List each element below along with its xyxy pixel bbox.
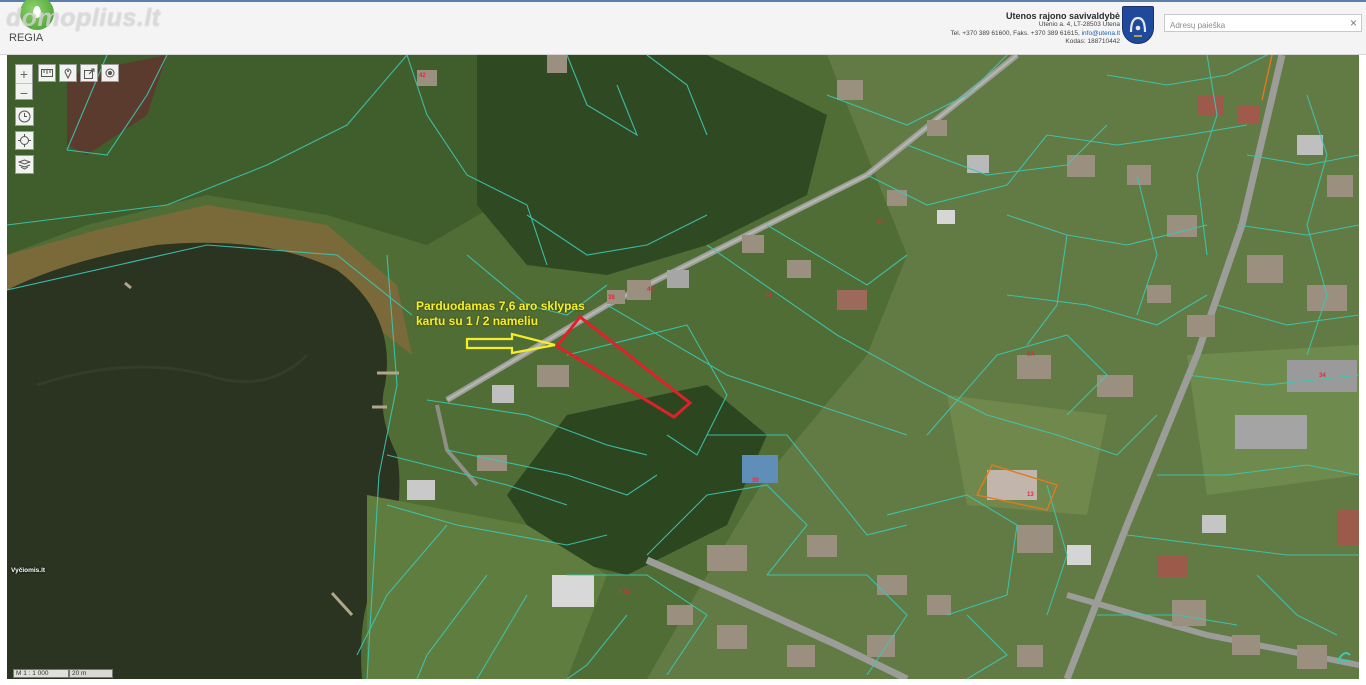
sale-annotation-line-2: kartu su 1 / 2 nameliu [416, 314, 539, 328]
corner-logo-icon [1337, 652, 1351, 664]
place-marker-button[interactable] [59, 64, 77, 82]
parcel-number-label: 42 [419, 73, 426, 79]
municipality-address: Utenio a. 4, LT-28503 Utena [1038, 21, 1120, 28]
layers-button[interactable] [15, 155, 34, 174]
coat-of-arms-icon [1122, 6, 1154, 44]
municipality-info: Utenos rajono savivaldybė Utenio a. 4, L… [950, 11, 1120, 47]
address-search-input[interactable] [1165, 17, 1345, 34]
parcel-number-label: 47 [877, 220, 884, 226]
crosshair-icon [18, 134, 31, 147]
parcel-number-label: 67A [619, 590, 631, 596]
municipality-email-link[interactable]: info@utena.lt [1082, 30, 1120, 37]
parcel-number-label: 13 [1027, 492, 1034, 498]
map-viewport[interactable]: 42 38 40 44 47 9A 30 67A 34 13 + − Pardu… [7, 55, 1359, 679]
watermark: domoplius.lt [6, 4, 161, 32]
my-location-button[interactable] [15, 131, 34, 150]
export-button[interactable] [80, 64, 98, 82]
sale-annotation: Parduodamas 7,6 aro sklypas kartu su 1 /… [416, 299, 585, 329]
zoom-control: + − [15, 64, 33, 101]
municipality-phone: Tel. +370 389 61600, Faks. +370 389 6161… [950, 29, 1080, 37]
parcel-number-label: 40 [647, 287, 654, 293]
map-pin-icon [64, 68, 72, 79]
aerial-map-image [7, 55, 1359, 679]
municipality-name: Utenos rajono savivaldybė [1005, 11, 1120, 21]
address-search-box[interactable]: × [1164, 14, 1362, 34]
clock-icon [18, 110, 31, 123]
parcel-number-label: 30 [752, 478, 759, 484]
scale-ratio: M 1 : 1 000 [13, 669, 69, 678]
parcel-number-label: 44 [765, 293, 772, 299]
imagery-credit: Vyčiomis.lt [11, 567, 46, 574]
parcel-number-label: 34 [1319, 373, 1326, 379]
history-button[interactable] [15, 107, 34, 126]
clear-search-icon[interactable]: × [1350, 16, 1357, 30]
scale-distance: 20 m [69, 669, 113, 678]
app-brand: REGIA [9, 32, 44, 44]
export-icon [83, 68, 94, 79]
ruler-icon [41, 69, 53, 77]
app-header: domoplius.lt REGIA Utenos rajono savival… [0, 0, 1366, 55]
measure-button[interactable] [38, 64, 56, 82]
sale-annotation-line-1: Parduodamas 7,6 aro sklypas [416, 299, 585, 313]
target-icon [105, 68, 115, 78]
municipality-contacts: Tel. +370 389 61600, Faks. +370 389 6161… [950, 30, 1120, 39]
map-scale: M 1 : 1 000 20 m [13, 669, 113, 678]
parcel-number-label: 38 [608, 295, 615, 301]
locate-point-button[interactable] [101, 64, 119, 82]
parcel-number-label: 9A [1027, 352, 1035, 358]
municipality-code: Kodas: 188710442 [1065, 38, 1120, 45]
zoom-out-button[interactable]: − [16, 83, 32, 101]
layers-icon [18, 159, 31, 170]
zoom-in-button[interactable]: + [16, 65, 32, 82]
